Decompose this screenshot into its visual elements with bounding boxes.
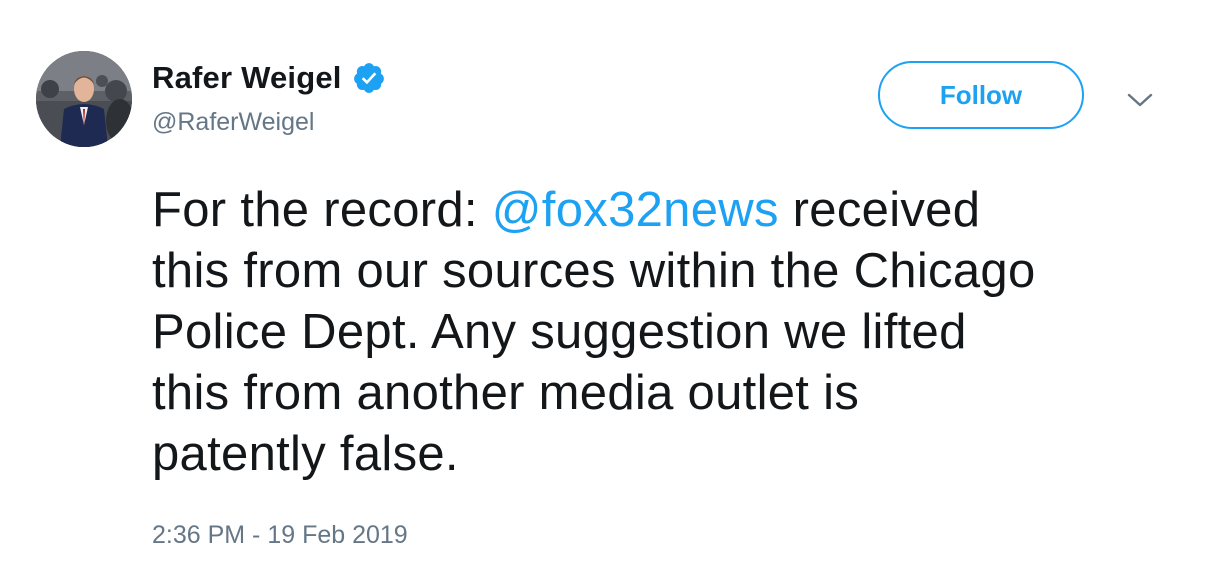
tweet-timestamp[interactable]: 2:36 PM - 19 Feb 2019 (152, 521, 408, 550)
mention-link[interactable]: @fox32news (492, 183, 779, 237)
follow-button[interactable]: Follow (878, 61, 1084, 129)
tweet-line-3: Police Dept. Any suggestion we lifted (152, 305, 967, 359)
avatar[interactable] (36, 51, 132, 147)
tweet-line-2: this from our sources within the Chicago (152, 244, 1036, 298)
tweet-text: For the record: @fox32news received this… (152, 180, 1182, 485)
author-name-row: Rafer Weigel (152, 58, 386, 98)
tweet-card: Rafer Weigel @RaferWeigel Follow For the… (0, 0, 1216, 566)
display-name[interactable]: Rafer Weigel (152, 60, 342, 96)
tweet-text-segment: For the record: (152, 183, 492, 237)
tweet-line-5: patently false. (152, 427, 459, 481)
tweet-text-segment: received (778, 183, 981, 237)
chevron-down-icon[interactable] (1126, 90, 1154, 110)
tweet-line-4: this from another media outlet is (152, 366, 860, 420)
verified-badge-icon (353, 63, 384, 93)
tweet-line-1: For the record: @fox32news received (152, 180, 1182, 241)
avatar-photo (36, 51, 132, 147)
user-handle[interactable]: @RaferWeigel (152, 108, 314, 137)
